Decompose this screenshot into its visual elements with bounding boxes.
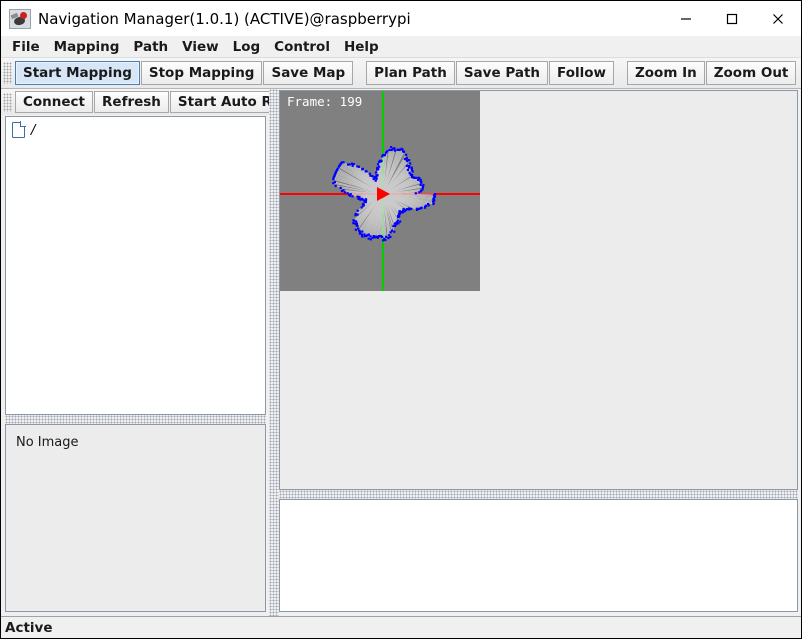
refresh-button[interactable]: Refresh [94,91,169,113]
status-label: Active [5,619,53,636]
follow-button[interactable]: Follow [549,61,614,85]
robot-bird-icon [9,8,31,29]
vertical-splitter[interactable] [269,89,279,616]
maximize-icon[interactable] [709,1,755,36]
main-split-area: Connect Refresh Start Auto Refr / No Ima… [1,89,801,616]
connection-toolbar-drag-handle[interactable] [3,92,12,112]
occupancy-grid-canvas[interactable]: Frame: 199 [280,91,480,291]
camera-image-panel[interactable]: No Image [5,424,266,612]
left-horizontal-splitter[interactable] [5,415,266,424]
menu-item-control[interactable]: Control [267,37,337,57]
start-mapping-button[interactable]: Start Mapping [15,61,140,85]
main-toolbar: Start Mapping Stop Mapping Save Map Plan… [1,58,801,89]
tree-item-root[interactable]: / [6,117,265,139]
right-panel: Frame: 199 [279,89,801,616]
minimize-icon[interactable] [663,1,709,36]
menu-bar: File Mapping Path View Log Control Help [1,36,801,58]
no-image-placeholder: No Image [16,435,79,450]
application-window: Navigation Manager(1.0.1) (ACTIVE)@raspb… [0,0,802,639]
document-icon [12,121,26,138]
frame-counter-label: Frame: 199 [287,94,363,109]
start-auto-refresh-button[interactable]: Start Auto Refr [169,91,269,113]
window-controls [663,1,801,36]
menu-item-file[interactable]: File [5,37,47,57]
status-bar: Active [1,616,801,638]
close-icon[interactable] [755,1,801,36]
robot-pose-marker [377,187,390,201]
tree-item-label: / [31,122,36,138]
left-panel: Connect Refresh Start Auto Refr / No Ima… [1,89,269,616]
window-title: Navigation Manager(1.0.1) (ACTIVE)@raspb… [38,9,411,28]
topic-tree-panel[interactable]: / [5,116,266,415]
connection-toolbar: Connect Refresh Start Auto Refr [1,89,269,115]
zoom-out-button[interactable]: Zoom Out [705,61,797,85]
right-horizontal-splitter[interactable] [279,490,798,499]
save-map-button[interactable]: Save Map [263,61,354,85]
save-path-button[interactable]: Save Path [455,61,549,85]
menu-item-help[interactable]: Help [337,37,386,57]
toolbar-drag-handle[interactable] [3,62,12,84]
title-bar: Navigation Manager(1.0.1) (ACTIVE)@raspb… [1,1,801,36]
zoom-in-button[interactable]: Zoom In [626,61,705,85]
map-view-panel[interactable]: Frame: 199 [279,90,798,490]
connect-button[interactable]: Connect [15,91,94,113]
menu-item-log[interactable]: Log [226,37,268,57]
menu-item-path[interactable]: Path [126,37,175,57]
log-output-panel[interactable] [279,499,798,612]
menu-item-view[interactable]: View [175,37,225,57]
plan-path-button[interactable]: Plan Path [366,61,455,85]
stop-mapping-button[interactable]: Stop Mapping [140,61,263,85]
menu-item-mapping[interactable]: Mapping [47,37,127,57]
